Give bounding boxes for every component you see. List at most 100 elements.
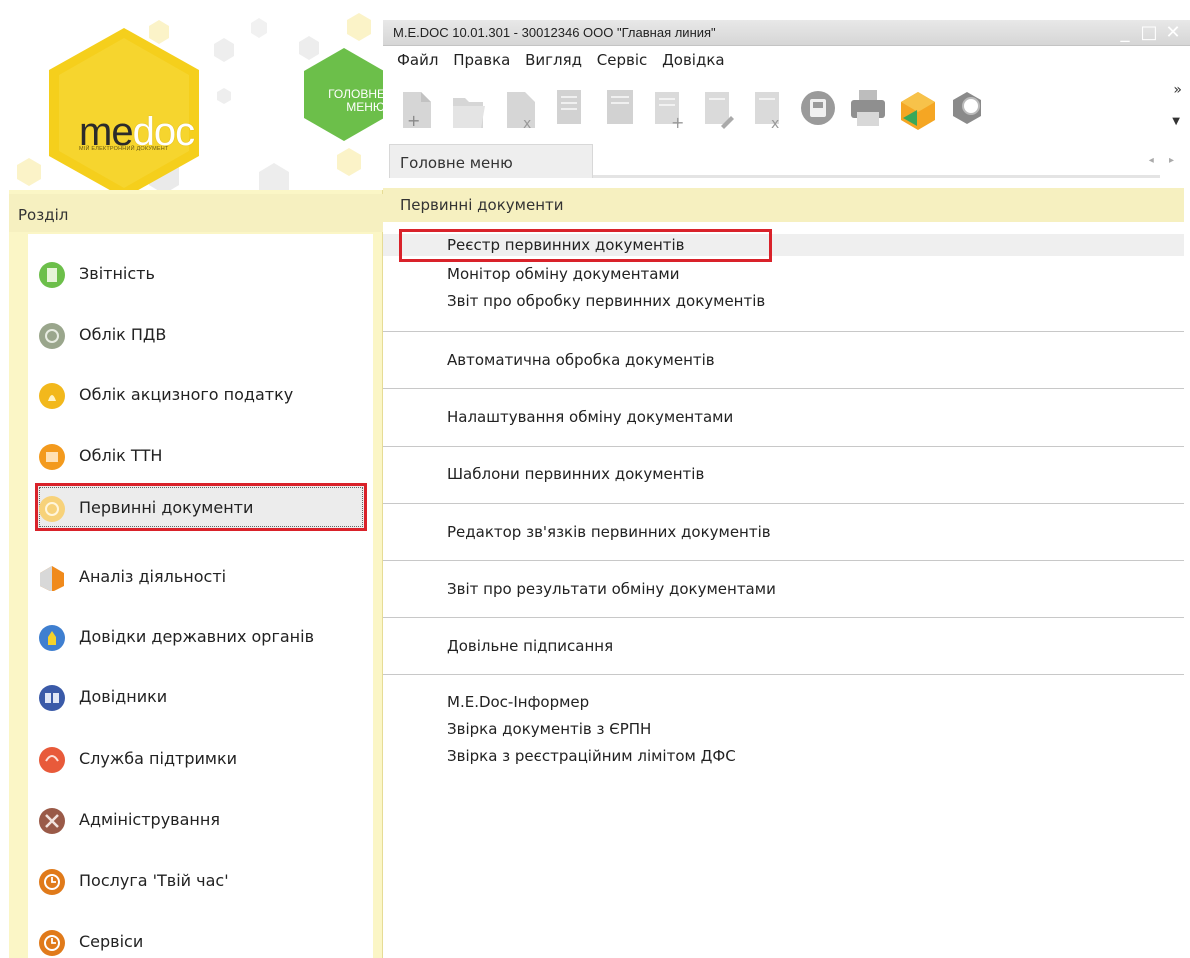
- search-magnifier-icon[interactable]: [947, 82, 989, 134]
- menu-link-auto-processing[interactable]: Автоматична обробка документів: [383, 349, 1184, 371]
- svg-text:x: x: [523, 116, 531, 132]
- section-reports[interactable]: Звітність: [35, 249, 367, 297]
- logo-subtitle: МІЙ ЕЛЕКТРОННИЙ ДОКУМЕНТ: [79, 146, 169, 152]
- menu-link-links-editor[interactable]: Редактор зв'язків первинних документів: [383, 521, 1184, 543]
- section-administration[interactable]: Адміністрування: [35, 795, 367, 843]
- menu-view[interactable]: Вигляд: [525, 51, 582, 69]
- toolbar-more-button[interactable]: »: [1173, 82, 1182, 98]
- sections-header-label: Розділ: [18, 206, 69, 224]
- section-label: Первинні документи: [79, 498, 254, 517]
- separator: [383, 446, 1184, 447]
- link-label: M.E.Doc-Інформер: [447, 693, 590, 711]
- edit-row-icon[interactable]: [697, 82, 739, 134]
- delete-row-icon[interactable]: x: [747, 82, 789, 134]
- services-icon: [39, 930, 65, 956]
- close-button[interactable]: ✕: [1162, 22, 1184, 44]
- analysis-icon: [39, 565, 65, 591]
- sections-header: Розділ: [9, 194, 383, 232]
- section-state-agencies[interactable]: Довідки державних органів: [35, 612, 367, 660]
- separator: [383, 503, 1184, 504]
- copy-icon[interactable]: [547, 82, 589, 134]
- section-handbooks[interactable]: Довідники: [35, 672, 367, 720]
- menu-file[interactable]: Файл: [397, 51, 438, 69]
- tab-main-menu-label: Головне меню: [400, 154, 513, 172]
- section-label: Облік ПДВ: [79, 325, 167, 344]
- section-label: Сервіси: [79, 932, 144, 951]
- logo-area: medoc МІЙ ЕЛЕКТРОННИЙ ДОКУМЕНТ ГОЛОВНЕ М…: [9, 8, 383, 190]
- toolbar: + x + x » ▼: [383, 74, 1190, 144]
- handbooks-icon: [39, 685, 65, 711]
- open-folder-icon[interactable]: [447, 82, 489, 134]
- print-icon[interactable]: [847, 82, 889, 134]
- link-label: Налаштування обміну документами: [447, 408, 734, 426]
- excise-icon: [39, 383, 65, 409]
- section-support[interactable]: Служба підтримки: [35, 734, 367, 782]
- sections-list: Звітність Облік ПДВ Облік акцизного пода…: [28, 234, 373, 958]
- menu-service[interactable]: Сервіс: [597, 51, 647, 69]
- tab-main-menu[interactable]: Головне меню: [389, 144, 593, 178]
- add-row-icon[interactable]: +: [647, 82, 689, 134]
- menu-link-erpn-reconciliation[interactable]: Звірка документів з ЄРПН: [383, 718, 1184, 740]
- svg-text:x: x: [771, 116, 779, 132]
- section-label: Облік ТТН: [79, 446, 163, 465]
- svg-text:+: +: [407, 111, 420, 130]
- menu-edit[interactable]: Правка: [453, 51, 510, 69]
- waybill-icon: [39, 444, 65, 470]
- section-label: Послуга 'Твій час': [79, 871, 229, 890]
- send-envelope-icon[interactable]: [897, 82, 939, 134]
- menu-link-limit-reconciliation[interactable]: Звірка з реєстраційним лімітом ДФС: [383, 745, 1184, 767]
- menu-bar: Файл Правка Вигляд Сервіс Довідка: [383, 46, 1190, 74]
- delete-document-icon[interactable]: x: [499, 82, 541, 134]
- edit-icon[interactable]: [597, 82, 639, 134]
- maximize-button[interactable]: □: [1138, 22, 1160, 44]
- section-your-time[interactable]: Послуга 'Твій час': [35, 856, 367, 904]
- primary-docs-icon: [39, 496, 65, 522]
- window-title: M.E.DOC 10.01.301 - 30012346 ООО "Главна…: [393, 25, 716, 40]
- menu-link-templates[interactable]: Шаблони первинних документів: [383, 463, 1184, 485]
- link-label: Звірка з реєстраційним лімітом ДФС: [447, 747, 736, 765]
- your-time-icon: [39, 869, 65, 895]
- section-label: Адміністрування: [79, 810, 220, 829]
- menu-link-exchange-results-report[interactable]: Звіт про результати обміну документами: [383, 578, 1184, 600]
- menu-link-informer[interactable]: M.E.Doc-Інформер: [383, 691, 1184, 713]
- tab-bar: Головне меню ◂ ▸: [383, 144, 1190, 178]
- section-analysis[interactable]: Аналіз діяльності: [35, 552, 367, 600]
- reports-icon: [39, 262, 65, 288]
- separator: [383, 331, 1184, 332]
- admin-tools-icon: [39, 808, 65, 834]
- menu-link-exchange-monitor[interactable]: Монітор обміну документами: [383, 263, 1184, 285]
- section-services[interactable]: Сервіси: [35, 917, 367, 958]
- save-disk-icon[interactable]: [797, 82, 839, 134]
- separator: [383, 617, 1184, 618]
- highlight-frame: [399, 229, 772, 262]
- content-header-label: Первинні документи: [400, 196, 564, 214]
- section-vat[interactable]: Облік ПДВ: [35, 310, 367, 358]
- state-agencies-icon: [39, 625, 65, 651]
- section-label: Служба підтримки: [79, 749, 238, 768]
- menu-link-processing-report[interactable]: Звіт про обробку первинних документів: [383, 290, 1184, 312]
- tab-scroll-arrows[interactable]: ◂ ▸: [1149, 155, 1180, 166]
- link-label: Автоматична обробка документів: [447, 351, 715, 369]
- menu-help[interactable]: Довідка: [662, 51, 725, 69]
- new-document-icon[interactable]: +: [395, 82, 437, 134]
- section-excise[interactable]: Облік акцизного податку: [35, 370, 367, 418]
- svg-text:+: +: [671, 113, 684, 132]
- vat-icon: [39, 323, 65, 349]
- separator: [383, 560, 1184, 561]
- separator: [383, 674, 1184, 675]
- section-primary-documents[interactable]: Первинні документи: [35, 483, 367, 531]
- menu-link-arbitrary-signing[interactable]: Довільне підписання: [383, 635, 1184, 657]
- section-waybill[interactable]: Облік ТТН: [35, 431, 367, 479]
- support-icon: [39, 747, 65, 773]
- link-label: Шаблони первинних документів: [447, 465, 705, 483]
- toolbar-dropdown-button[interactable]: ▼: [1172, 116, 1180, 127]
- section-label: Облік акцизного податку: [79, 385, 294, 404]
- main-menu-label-line2: МЕНЮ: [346, 100, 383, 114]
- link-label: Довільне підписання: [447, 637, 614, 655]
- section-label: Довідки державних органів: [79, 627, 314, 646]
- window-titlebar[interactable]: M.E.DOC 10.01.301 - 30012346 ООО "Главна…: [383, 20, 1190, 46]
- section-label: Довідники: [79, 687, 168, 706]
- minimize-button[interactable]: _: [1114, 22, 1136, 44]
- main-menu-button[interactable]: ГОЛОВНЕ МЕНЮ: [309, 88, 383, 114]
- menu-link-exchange-settings[interactable]: Налаштування обміну документами: [383, 406, 1184, 428]
